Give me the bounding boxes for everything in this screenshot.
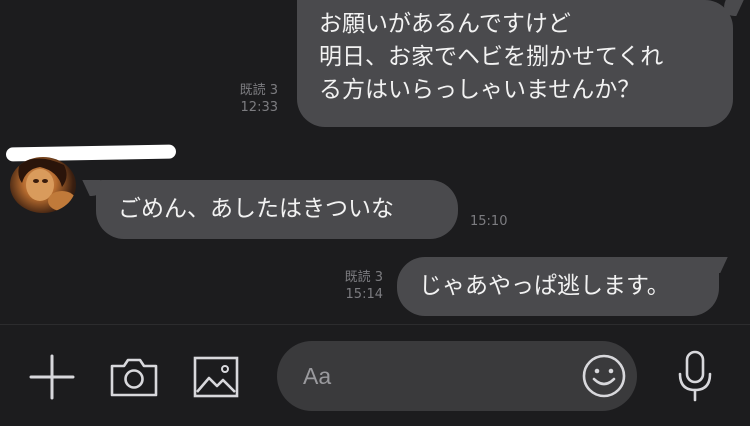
plus-icon[interactable] xyxy=(29,354,75,400)
message-time: 15:10 xyxy=(470,214,508,229)
message-bubble-outgoing[interactable]: お願いがあるんですけど 明日、お家でヘビを捌かせてくれ る方はいらっしゃいません… xyxy=(297,0,733,127)
avatar-image xyxy=(18,158,76,211)
avatar[interactable] xyxy=(10,157,76,213)
read-receipt: 既読 3 xyxy=(239,83,278,98)
message-meta: 既読 3 15:14 xyxy=(315,269,383,303)
microphone-icon[interactable] xyxy=(675,350,715,402)
message-line: 明日、お家でヘビを捌かせてくれ xyxy=(319,44,664,70)
image-icon[interactable] xyxy=(193,356,239,398)
message-meta: 15:10 xyxy=(470,213,530,230)
camera-icon[interactable] xyxy=(109,356,159,398)
chat-area: お願いがあるんですけど 明日、お家でヘビを捌かせてくれ る方はいらっしゃいません… xyxy=(0,0,750,324)
message-meta: 既読 3 12:33 xyxy=(210,82,278,116)
message-bubble-outgoing[interactable]: じゃあやっぱ逃します。 xyxy=(397,257,719,316)
message-bubble-incoming[interactable]: ごめん、あしたはきついな xyxy=(96,180,458,239)
emoji-icon[interactable] xyxy=(581,353,627,399)
message-time: 15:14 xyxy=(345,287,383,302)
message-line: じゃあやっぱ逃します。 xyxy=(419,273,670,299)
message-time: 12:33 xyxy=(240,100,278,115)
message-line: お願いがあるんですけど xyxy=(319,11,571,37)
message-line: ごめん、あしたはきついな xyxy=(118,196,394,222)
message-input-placeholder: Aa xyxy=(303,363,332,389)
read-receipt: 既読 3 xyxy=(344,270,383,285)
message-input[interactable]: Aa xyxy=(277,341,637,411)
message-line: る方はいらっしゃいませんか？ xyxy=(319,77,641,103)
